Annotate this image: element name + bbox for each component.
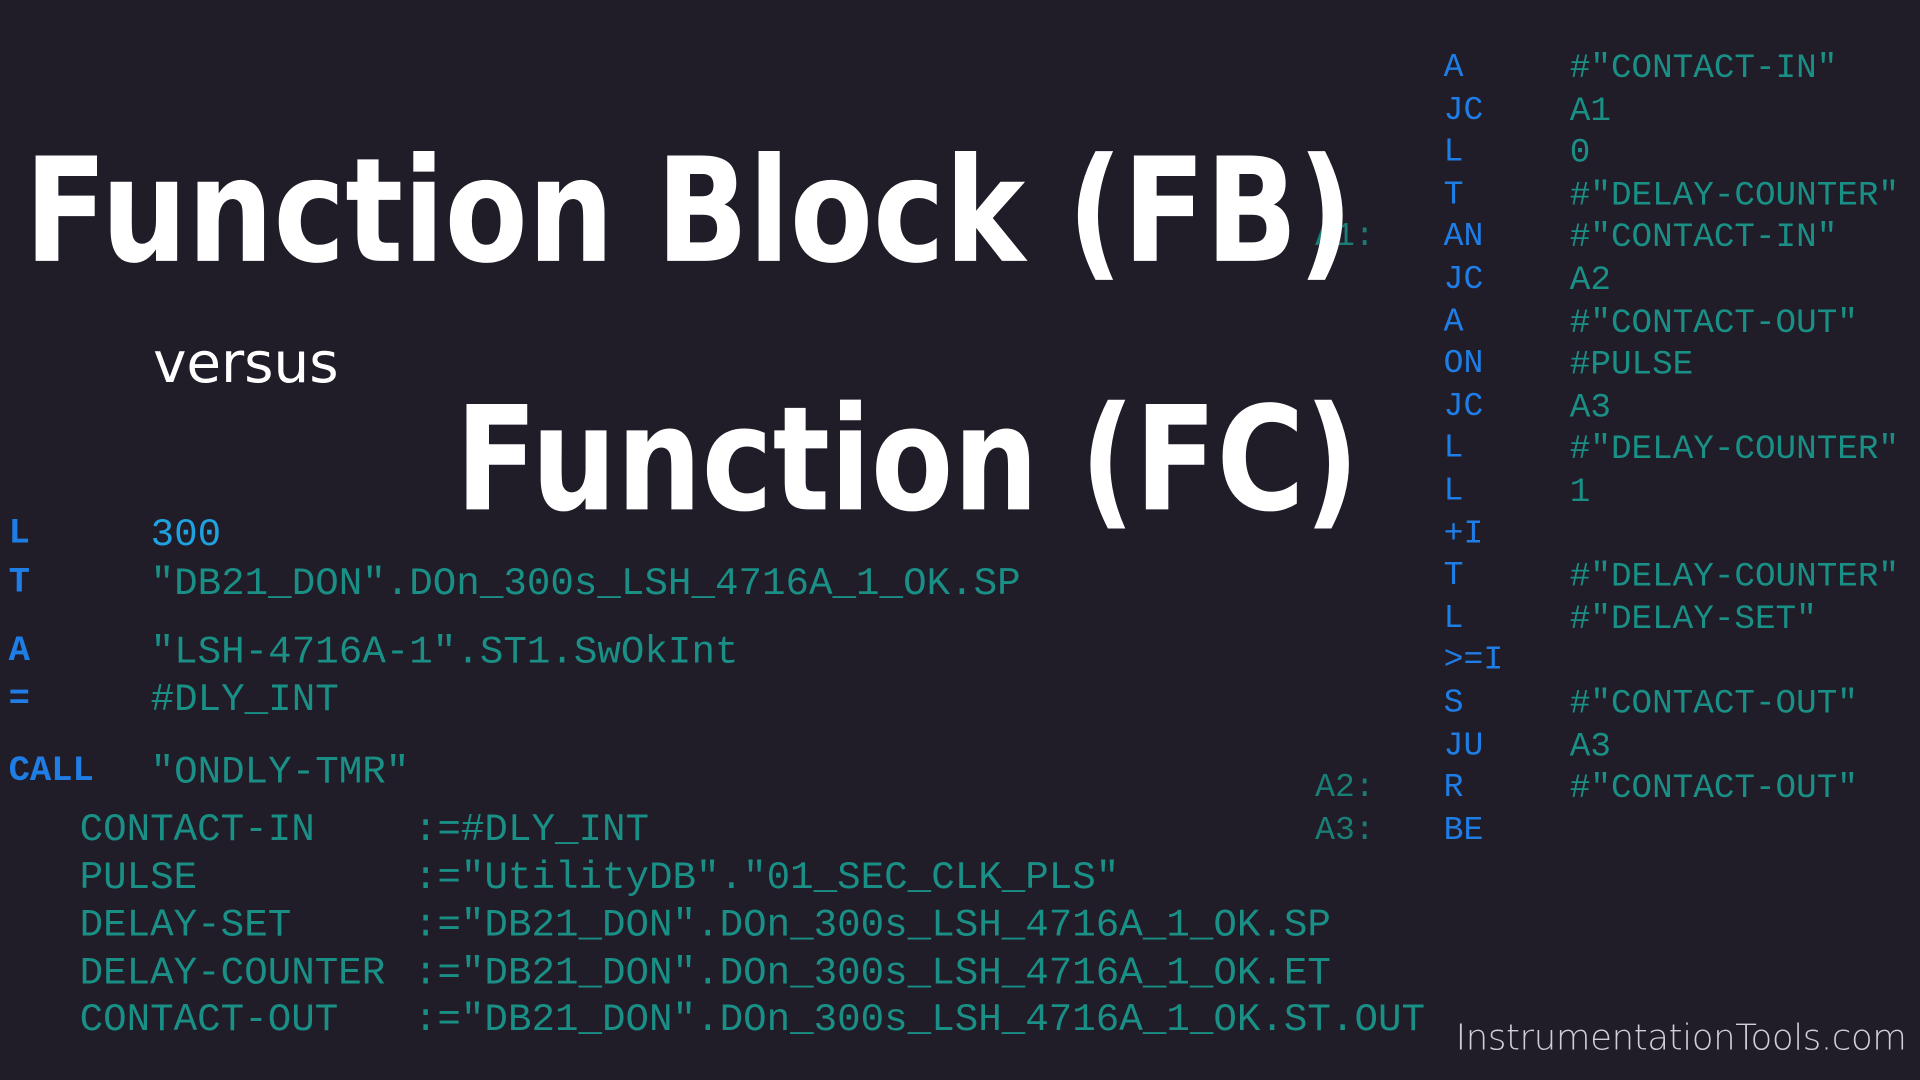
left-code-op: A <box>8 630 30 672</box>
left-code-op: T <box>8 562 30 603</box>
left-code-operand: 300 <box>150 511 222 558</box>
left-code-param-name: CONTACT-IN <box>79 806 315 853</box>
left-code-param-value: :="DB21_DON".DOn_300s_LSH_4716A_1_OK.ST.… <box>413 996 1425 1043</box>
left-code-param-value: :="DB21_DON".DOn_300s_LSH_4716A_1_OK.SP <box>413 902 1331 948</box>
left-code-operand: "ONDLY-TMR" <box>150 749 410 795</box>
title-function: Function (FC) <box>456 376 1360 544</box>
left-code-param-value: :="DB21_DON".DOn_300s_LSH_4716A_1_OK.ET <box>413 950 1331 996</box>
site-watermark: InstrumentationTools.com <box>1455 1016 1907 1058</box>
left-code-op: = <box>8 678 30 719</box>
thumbnail-canvas: A #"CONTACT-IN" JC A1 L 0 T #"DELAY-COUNTER" A1:… <box>0 0 1920 1080</box>
left-code-op: CALL <box>8 750 94 792</box>
title-versus: versus <box>153 331 339 396</box>
left-code-operand: #DLY_INT <box>150 677 339 723</box>
left-code-param-name: PULSE <box>79 854 198 901</box>
left-code-param-name: DELAY-COUNTER <box>79 950 386 996</box>
left-code-op: L <box>8 513 30 554</box>
left-code-param-value: :="UtilityDB"."01_SEC_CLK_PLS" <box>413 854 1120 901</box>
left-code-param-value: :=#DLY_INT <box>413 806 650 853</box>
left-code-param-name: DELAY-SET <box>79 902 292 948</box>
left-code-operand: "DB21_DON".DOn_300s_LSH_4716A_1_OK.SP <box>150 560 1021 607</box>
title-function-block: Function Block (FB) <box>24 128 1353 296</box>
left-code-operand: "LSH-4716A-1".ST1.SwOkInt <box>150 629 739 675</box>
left-code-param-name: CONTACT-OUT <box>79 996 339 1043</box>
